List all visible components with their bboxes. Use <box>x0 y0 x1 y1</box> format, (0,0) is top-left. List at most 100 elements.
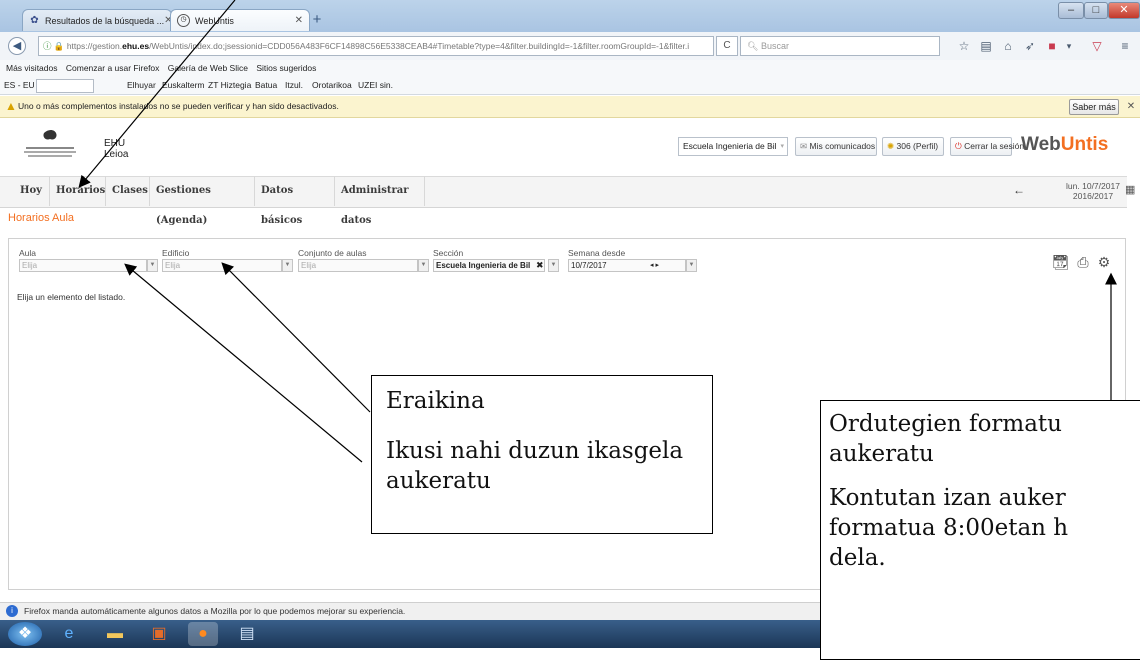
toolbar-link-uzei[interactable]: UZEI sin. <box>358 77 393 93</box>
document-app-icon[interactable]: ▤ <box>232 622 262 646</box>
tab-label: Resultados de la búsqueda ... <box>45 15 165 26</box>
bookmarks-list-icon[interactable]: ▤ <box>977 37 995 55</box>
file-explorer-icon[interactable]: ▬ <box>100 622 130 646</box>
toolbar-link-zt-hiztegia[interactable]: ZT Hiztegia <box>208 77 251 93</box>
callout-building-title: Eraikina <box>386 388 485 414</box>
page-title: Horarios Aula <box>8 212 75 224</box>
bookmark-star-icon[interactable]: ☆ <box>955 37 973 55</box>
chevron-down-icon[interactable]: ▾ <box>780 138 784 155</box>
power-icon: ⏻ <box>955 141 962 151</box>
menu-item-gestiones[interactable]: Gestiones (Agenda) <box>150 176 255 226</box>
media-player-icon[interactable]: ▣ <box>144 622 174 646</box>
clear-icon[interactable]: ✖ <box>536 259 544 272</box>
school-select[interactable]: Escuela Ingenieria de Bil ✕ ▾ <box>678 137 788 156</box>
reload-icon[interactable]: C <box>716 36 738 56</box>
university-logo <box>24 130 76 157</box>
toolbar-link-itzul[interactable]: Itzul. <box>285 77 303 93</box>
tab-label: WebUntis <box>195 15 234 26</box>
chevron-down-icon[interactable]: ▼ <box>686 259 697 272</box>
language-toolbar: ES - EU Elhuyar Euskalterm ZT Hiztegia B… <box>0 77 1140 95</box>
menu-item-horarios[interactable]: Horarios <box>50 176 106 206</box>
hub-icon: ✿ <box>30 15 39 26</box>
clock-icon: ◷ <box>177 14 190 27</box>
new-tab-button[interactable]: + <box>306 11 328 29</box>
profile-button[interactable]: ✺ 306 (Perfil) <box>882 137 944 156</box>
hamburger-menu-icon[interactable]: ≡ <box>1116 37 1134 55</box>
bookmark-suggested[interactable]: Sitios sugeridos <box>256 63 316 73</box>
close-window-button[interactable]: ✕ <box>1108 2 1140 19</box>
chevron-down-icon[interactable]: ▼ <box>147 259 158 272</box>
pocket-icon[interactable]: ▽ <box>1088 37 1106 55</box>
week-date-input[interactable]: 10/7/2017 <box>568 259 686 272</box>
conjunto-select[interactable]: Elija <box>298 259 418 272</box>
callout-building: Eraikina Ikusi nahi duzun ikasgela auker… <box>371 375 713 534</box>
url-domain: ehu.es <box>122 41 150 51</box>
search-input[interactable]: 🔍︎ Buscar <box>740 36 940 56</box>
addon-dropdown-icon[interactable]: ▾ <box>1060 37 1078 55</box>
home-icon[interactable]: ⌂ <box>999 37 1017 55</box>
bookmark-most-visited[interactable]: Más visitados <box>6 63 58 73</box>
gear-icon[interactable]: ⚙ <box>1096 254 1112 270</box>
close-notice-icon[interactable]: ✕ <box>1124 99 1138 115</box>
chevron-down-icon[interactable]: ▼ <box>282 259 293 272</box>
callout-format-line5: dela. <box>829 545 886 571</box>
week-stepper-icon[interactable]: ◂ ▸ <box>650 259 659 272</box>
firefox-icon[interactable]: ● <box>188 622 218 646</box>
start-button-icon[interactable]: ❖ <box>8 622 42 646</box>
url-rest: /WebUntis/index.do;jsessionid=CDD056A483… <box>149 41 690 51</box>
callout-building-text: Ikusi nahi duzun ikasgela aukeratu <box>386 438 684 494</box>
logout-button[interactable]: ⏻ Cerrar la sesión <box>950 137 1024 156</box>
menu-item-datos-basicos[interactable]: Datos básicos <box>255 176 335 226</box>
chevron-down-icon[interactable]: ▼ <box>418 259 429 272</box>
semana-label: Semana desde <box>568 248 626 258</box>
bookmarks-bar: Más visitados Comenzar a usar Firefox Ga… <box>0 60 1140 77</box>
empty-list-message: Elija un elemento del listado. <box>17 292 126 302</box>
current-date-year: 2016/2017 <box>1072 191 1114 201</box>
addon-icon[interactable]: ■ <box>1043 37 1061 55</box>
calendar-icon[interactable]: ▦ <box>1125 183 1139 197</box>
profile-label: 306 (Perfil) <box>896 141 939 151</box>
school-name-line2: Leioa <box>104 149 129 160</box>
internet-explorer-icon[interactable]: e <box>54 622 84 646</box>
language-select[interactable]: ES - EU <box>4 77 35 93</box>
clear-icon[interactable]: ✕ <box>766 138 773 155</box>
maximize-window-button[interactable]: □ <box>1084 2 1108 19</box>
toolbar-link-orotarikoa[interactable]: Orotarikoa <box>312 77 352 93</box>
calendar-icon[interactable]: 📆︎ <box>1052 254 1070 270</box>
minimize-window-button[interactable]: – <box>1058 2 1084 19</box>
conjunto-label: Conjunto de aulas <box>298 248 367 258</box>
messages-label: Mis comunicados <box>809 141 876 151</box>
seccion-select[interactable]: Escuela Ingenieria de Bil <box>433 259 545 272</box>
toolbar-link-elhuyar[interactable]: Elhuyar <box>127 77 156 93</box>
toolbar-link-euskalterm[interactable]: Euskalterm <box>162 77 205 93</box>
menu-item-clases[interactable]: Clases <box>106 176 150 206</box>
learn-more-button[interactable]: Saber más <box>1069 99 1119 115</box>
menu-item-hoy[interactable]: Hoy <box>14 176 50 206</box>
toolbar-search-input[interactable] <box>36 79 94 93</box>
url-bar[interactable]: ⓘ 🔒 https://gestion.ehu.es/WebUntis/inde… <box>38 36 714 56</box>
bookmark-start-firefox[interactable]: Comenzar a usar Firefox <box>66 63 160 73</box>
seccion-label: Sección <box>433 248 464 258</box>
notice-text: Uno o más complementos instalados no se … <box>18 101 339 111</box>
school-select-value: Escuela Ingenieria de Bil <box>683 141 777 151</box>
messages-button[interactable]: ✉ Mis comunicados <box>795 137 877 156</box>
status-text: Firefox manda automáticamente algunos da… <box>24 606 406 616</box>
menu-item-administrar[interactable]: Administrar datos <box>335 176 425 226</box>
brand-untis: Untis <box>1060 134 1109 155</box>
aula-select[interactable]: Elija <box>19 259 147 272</box>
toolbar-link-batua[interactable]: Batua <box>255 77 277 93</box>
print-icon[interactable]: ⎙ <box>1075 254 1091 270</box>
edificio-label: Edificio <box>162 248 190 258</box>
edificio-select[interactable]: Elija <box>162 259 282 272</box>
brand-web: Web <box>1021 134 1061 155</box>
back-arrow-icon[interactable]: ← <box>1011 182 1027 198</box>
envelope-icon: ✉ <box>800 141 808 151</box>
chevron-down-icon[interactable]: ▼ <box>548 259 559 272</box>
search-placeholder: Buscar <box>760 41 789 51</box>
browser-tab-webuntis[interactable]: ◷ WebUntis ✕ <box>170 9 310 31</box>
bookmark-web-slice[interactable]: Galería de Web Slice <box>168 63 248 73</box>
send-icon[interactable]: ➶ <box>1021 37 1039 55</box>
back-arrow-icon[interactable]: ◀ <box>8 37 26 55</box>
close-tab-icon[interactable]: ✕ <box>295 15 303 26</box>
browser-tab-search-results[interactable]: ✿ Resultados de la búsqueda ... ✕ <box>22 9 172 31</box>
